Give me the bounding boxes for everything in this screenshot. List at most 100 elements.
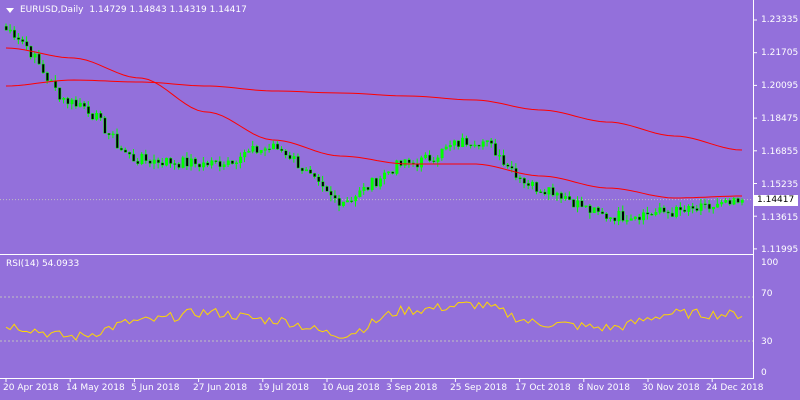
bull-candle: [395, 160, 399, 174]
chart-window[interactable]: EURUSD,Daily 1.14729 1.14843 1.14319 1.1…: [0, 0, 800, 400]
bull-candle: [481, 141, 485, 147]
bear-candle: [74, 99, 78, 107]
bear-candle: [613, 217, 617, 222]
bull-candle: [259, 150, 263, 153]
bull-candle: [674, 206, 678, 217]
bear-candle: [25, 41, 29, 47]
bull-candle: [654, 212, 658, 215]
bear-candle: [572, 199, 576, 208]
bear-candle: [214, 160, 218, 162]
bear-candle: [728, 199, 732, 205]
bear-candle: [506, 164, 510, 167]
bear-candle: [17, 37, 21, 40]
bear-candle: [136, 160, 140, 165]
bull-candle: [235, 162, 239, 165]
bull-candle: [658, 207, 662, 213]
moving-average-line: [5, 47, 742, 199]
bull-candle: [111, 133, 115, 136]
bull-candle: [531, 181, 535, 186]
bull-candle: [346, 200, 350, 203]
bear-candle: [173, 163, 177, 165]
bull-candle: [239, 156, 243, 164]
bear-candle: [86, 106, 90, 114]
bull-candle: [152, 159, 156, 164]
bear-candle: [54, 80, 58, 89]
bull-candle: [584, 205, 588, 208]
rsi-tick: 70: [761, 289, 773, 299]
bear-candle: [407, 159, 411, 164]
bear-candle: [317, 176, 321, 182]
bear-candle: [99, 112, 103, 119]
bull-candle: [629, 218, 633, 221]
bear-candle: [428, 154, 432, 161]
bull-candle: [210, 160, 214, 166]
bear-candle: [128, 152, 132, 155]
bear-candle: [514, 168, 518, 178]
bear-candle: [280, 148, 284, 151]
bull-candle: [452, 140, 456, 146]
bear-candle: [333, 195, 337, 199]
bull-candle: [272, 143, 276, 150]
bear-candle: [543, 191, 547, 195]
date-tick: 25 Sep 2018: [450, 383, 508, 393]
bull-candle: [8, 29, 12, 32]
bear-candle: [695, 208, 699, 211]
bear-candle: [21, 39, 25, 42]
bull-candle: [617, 210, 621, 222]
bull-candle: [243, 152, 247, 158]
bear-candle: [350, 200, 354, 202]
bull-candle: [740, 199, 744, 203]
bear-candle: [580, 200, 584, 208]
price-tick: 1.20095: [761, 81, 799, 91]
price-tick: 1.21705: [761, 48, 799, 58]
bear-candle: [123, 149, 127, 153]
bear-candle: [169, 157, 173, 164]
bull-candle: [444, 146, 448, 150]
bear-candle: [115, 133, 119, 149]
bull-candle: [358, 190, 362, 197]
chart-menu-arrow-icon[interactable]: [6, 8, 14, 13]
bull-candle: [387, 171, 391, 174]
bull-candle: [732, 198, 736, 205]
bull-candle: [473, 144, 477, 147]
rsi-line: [5, 301, 743, 341]
bull-candle: [724, 199, 728, 203]
bear-candle: [518, 177, 522, 179]
date-tick: 10 Aug 2018: [322, 383, 380, 393]
bull-candle: [354, 196, 358, 202]
bear-candle: [670, 212, 674, 217]
bear-candle: [551, 187, 555, 196]
bear-candle: [37, 53, 41, 65]
bear-candle: [457, 140, 461, 147]
bear-candle: [683, 209, 687, 212]
bear-candle: [535, 181, 539, 192]
bear-candle: [119, 147, 123, 151]
bear-candle: [267, 148, 271, 151]
price-tick: 1.15235: [761, 180, 799, 190]
bear-candle: [218, 161, 222, 168]
bear-candle: [399, 160, 403, 166]
bear-candle: [494, 143, 498, 156]
bear-candle: [489, 140, 493, 144]
bear-candle: [707, 203, 711, 210]
bear-candle: [588, 205, 592, 214]
bear-candle: [662, 207, 666, 213]
date-tick: 8 Nov 2018: [578, 383, 630, 393]
bull-candle: [251, 146, 255, 152]
bear-candle: [276, 143, 280, 150]
bull-candle: [485, 140, 489, 142]
bull-candle: [420, 157, 424, 168]
price-tick: 1.13615: [761, 213, 799, 223]
bull-candle: [222, 164, 226, 168]
panel-separator[interactable]: [0, 254, 753, 255]
bear-candle: [148, 160, 152, 164]
bear-candle: [522, 177, 526, 184]
price-chart-canvas[interactable]: [0, 0, 800, 400]
bull-candle: [62, 97, 66, 100]
bear-candle: [103, 117, 107, 134]
bear-candle: [193, 158, 197, 165]
bull-candle: [304, 169, 308, 172]
bear-candle: [82, 102, 86, 107]
date-tick: 5 Jun 2018: [131, 383, 180, 393]
bear-candle: [391, 171, 395, 174]
